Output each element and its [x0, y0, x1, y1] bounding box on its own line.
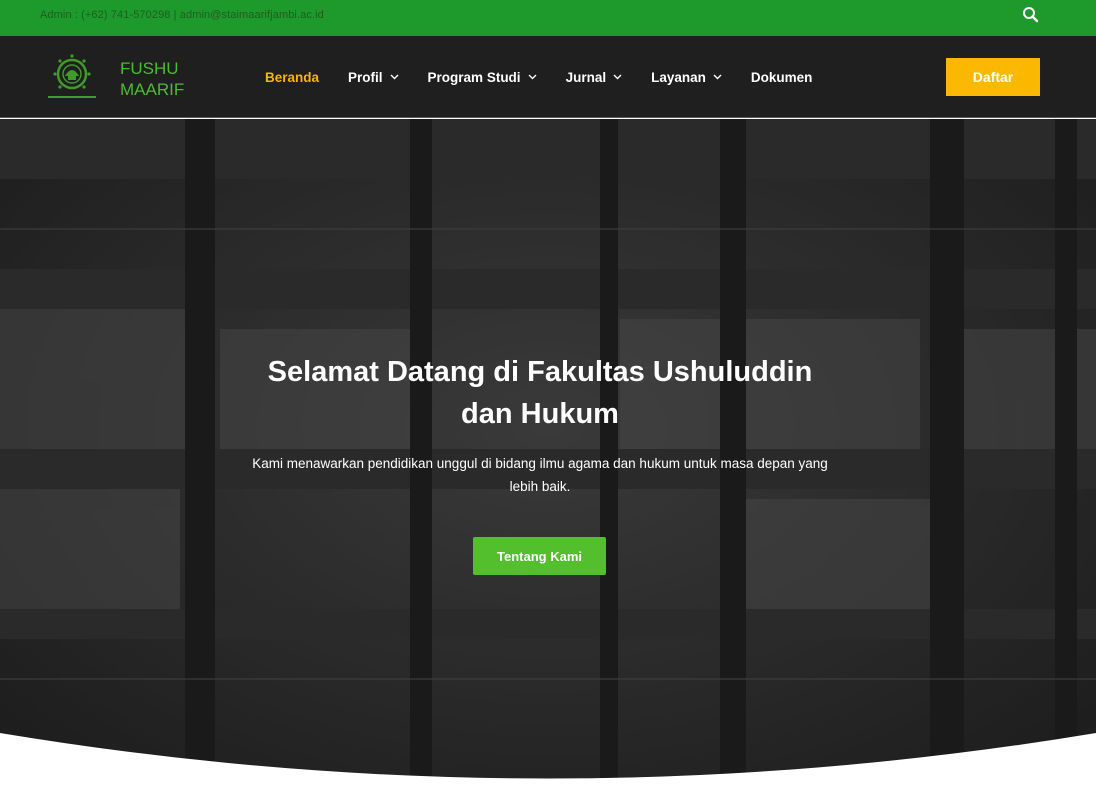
- chevron-down-icon: [528, 74, 537, 80]
- main-header: FUSHU MAARIF Beranda Profil Program Stud…: [0, 36, 1096, 118]
- hero-bottom-curve: [0, 733, 1096, 803]
- nav-item-profil[interactable]: Profil: [348, 36, 399, 118]
- tentang-kami-button[interactable]: Tentang Kami: [473, 537, 606, 575]
- nav-item-program-studi[interactable]: Program Studi: [428, 36, 537, 118]
- nav-item-beranda[interactable]: Beranda: [265, 36, 319, 118]
- hero-subtitle-line-2: lebih baik.: [509, 479, 571, 494]
- hero-subtitle: Kami menawarkan pendidikan unggul di bid…: [240, 452, 840, 498]
- chevron-down-icon: [613, 74, 622, 80]
- hero-title: Selamat Datang di Fakultas Ushuluddin da…: [248, 351, 832, 435]
- hero-title-line-2: dan Hukum: [461, 398, 619, 430]
- nav-label: Jurnal: [565, 69, 607, 85]
- daftar-button[interactable]: Daftar: [946, 58, 1040, 96]
- nav-label: Beranda: [265, 69, 320, 85]
- main-nav: Beranda Profil Program Studi Jurnal Laya…: [265, 36, 841, 118]
- nav-item-jurnal[interactable]: Jurnal: [566, 36, 623, 118]
- hero-subtitle-line-1: Kami menawarkan pendidikan unggul di bid…: [252, 456, 828, 471]
- nav-label: Dokumen: [750, 69, 813, 85]
- brand-line-1: FUSHU: [120, 59, 179, 78]
- hero-section: Selamat Datang di Fakultas Ushuluddin da…: [0, 119, 1096, 803]
- brand-name[interactable]: FUSHU MAARIF: [120, 58, 184, 100]
- nav-label: Profil: [348, 69, 383, 85]
- nav-item-dokumen[interactable]: Dokumen: [751, 36, 813, 118]
- search-icon[interactable]: [1020, 4, 1042, 26]
- brand-line-2: MAARIF: [120, 80, 185, 99]
- institution-logo[interactable]: [44, 50, 100, 104]
- nav-label: Program Studi: [427, 69, 521, 85]
- nav-item-layanan[interactable]: Layanan: [651, 36, 722, 118]
- chevron-down-icon: [713, 74, 722, 80]
- contact-info: Admin : (+62) 741-570298 | admin@staimaa…: [40, 9, 324, 21]
- hero-title-line-1: Selamat Datang di Fakultas Ushuluddin: [267, 356, 813, 388]
- nav-label: Layanan: [651, 69, 706, 85]
- top-bar: Admin : (+62) 741-570298 | admin@staimaa…: [0, 0, 1096, 36]
- chevron-down-icon: [390, 74, 399, 80]
